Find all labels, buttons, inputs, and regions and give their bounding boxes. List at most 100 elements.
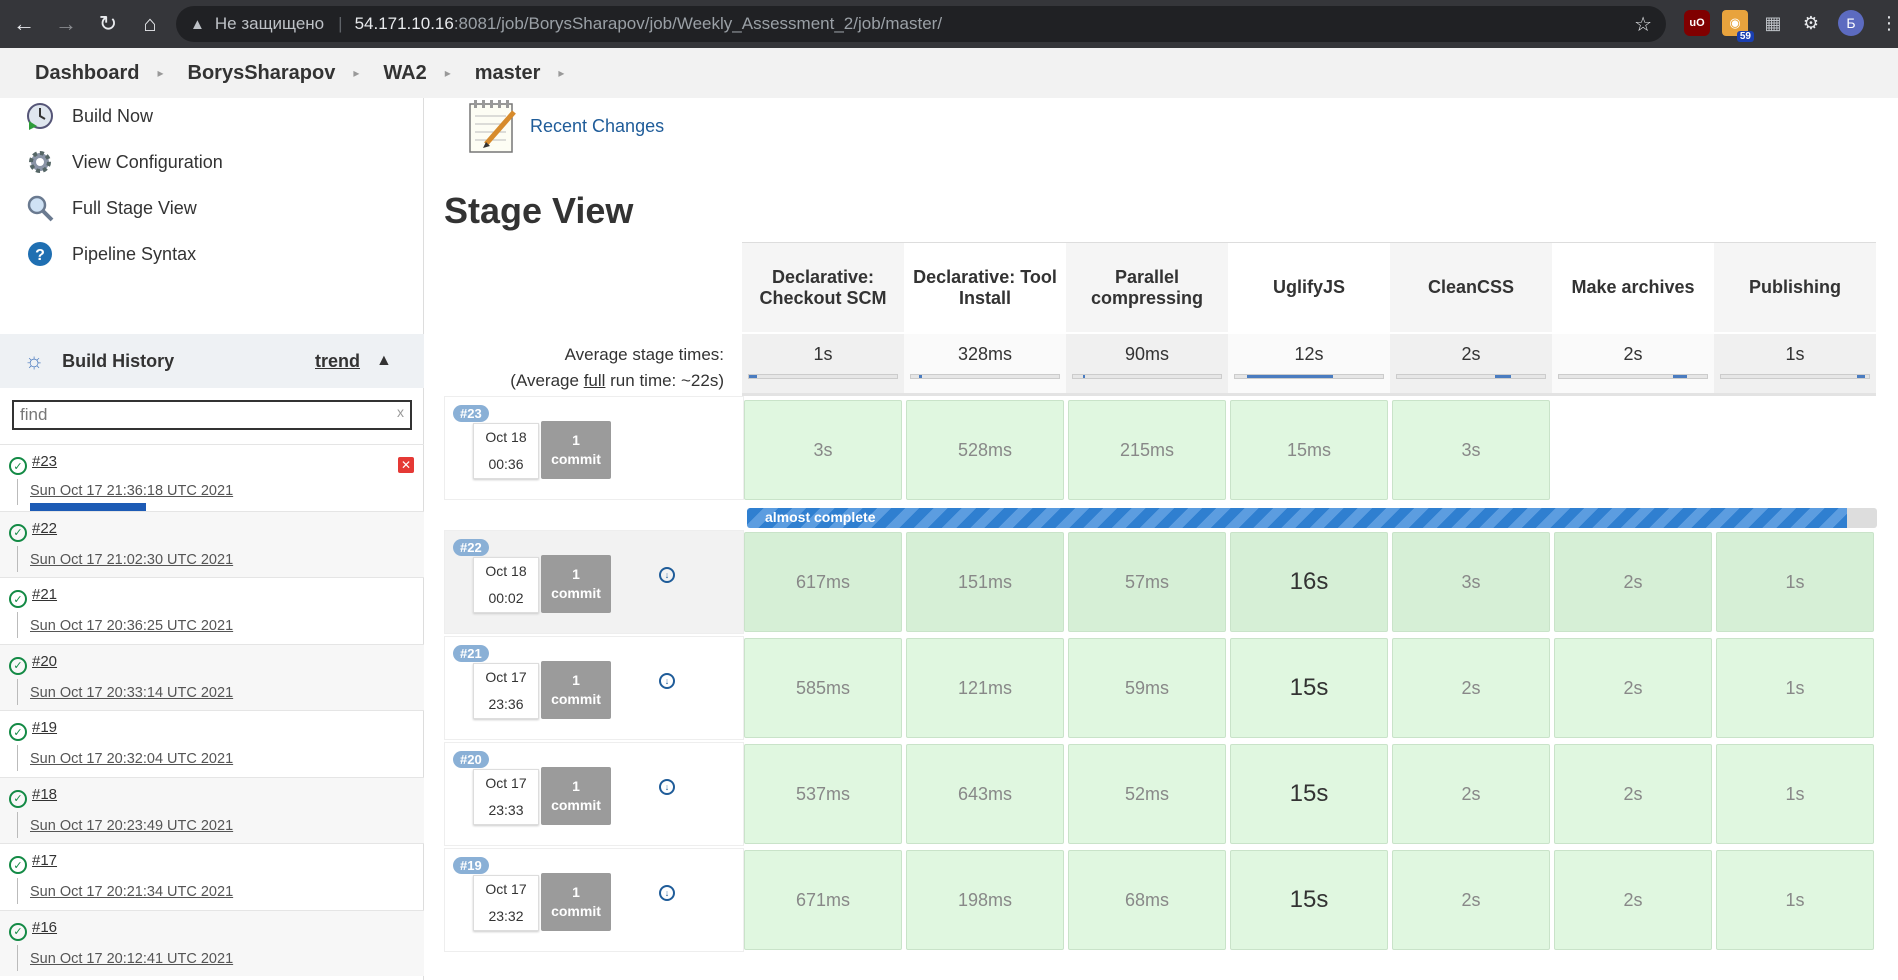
stage-cell[interactable]: 52ms: [1068, 744, 1226, 844]
back-icon[interactable]: ←: [6, 6, 42, 42]
stage-cell[interactable]: 585ms: [744, 638, 902, 738]
breadcrumb-branch[interactable]: master: [475, 62, 541, 85]
run-number-badge[interactable]: #20: [453, 751, 489, 768]
stage-cell[interactable]: 617ms: [744, 532, 902, 632]
run-info-icon[interactable]: ↓: [659, 673, 675, 689]
stage-cell[interactable]: 198ms: [906, 850, 1064, 950]
build-search-input[interactable]: find x: [12, 400, 412, 430]
breadcrumb-folder[interactable]: BorysSharapov: [188, 62, 336, 85]
abort-build-icon[interactable]: ✕: [398, 457, 414, 473]
stage-cell[interactable]: 1s: [1716, 532, 1874, 632]
build-date-link[interactable]: Sun Oct 17 20:33:14 UTC 2021: [30, 685, 233, 701]
stage-cell[interactable]: 2s: [1554, 850, 1712, 950]
stage-cell[interactable]: 2s: [1554, 638, 1712, 738]
stage-cell[interactable]: 2s: [1392, 850, 1550, 950]
stage-cell[interactable]: 15s: [1230, 638, 1388, 738]
task-view-configuration[interactable]: View Configuration: [24, 144, 223, 180]
run-info-icon[interactable]: ↓: [659, 567, 675, 583]
bookmark-star-icon[interactable]: ☆: [1634, 12, 1652, 37]
commit-badge[interactable]: 1 commit: [541, 555, 611, 613]
stage-cell[interactable]: 2s: [1392, 638, 1550, 738]
home-icon[interactable]: ⌂: [132, 6, 168, 42]
stage-cell[interactable]: 528ms: [906, 400, 1064, 500]
build-link[interactable]: #19: [32, 719, 57, 736]
address-bar[interactable]: ▲ Не защищено | 54.171.10.16:8081/job/Bo…: [176, 6, 1666, 42]
full-run-link[interactable]: full: [584, 371, 606, 390]
trend-link[interactable]: trend: [315, 351, 360, 372]
stage-cell[interactable]: 1s: [1716, 850, 1874, 950]
commit-badge[interactable]: 1 commit: [541, 421, 611, 479]
stage-cell[interactable]: 68ms: [1068, 850, 1226, 950]
stage-cell[interactable]: 2s: [1554, 744, 1712, 844]
reload-icon[interactable]: ↻: [90, 6, 126, 42]
collapse-chevron-icon[interactable]: ▲: [376, 352, 392, 370]
run-number-badge[interactable]: #19: [453, 857, 489, 874]
stage-cell[interactable]: 3s: [744, 400, 902, 500]
stage-cell[interactable]: 15s: [1230, 850, 1388, 950]
magnifier-icon: [24, 192, 56, 224]
list-item: ✓ #20 Sun Oct 17 20:33:14 UTC 2021: [0, 643, 424, 710]
extensions-puzzle-icon[interactable]: ⚙: [1798, 10, 1824, 36]
stage-cell[interactable]: 15ms: [1230, 400, 1388, 500]
run-number-badge[interactable]: #22: [453, 539, 489, 556]
chevron-right-icon[interactable]: ▸: [558, 66, 564, 80]
ublock-extension-icon[interactable]: uO: [1684, 10, 1710, 36]
stage-cell[interactable]: 643ms: [906, 744, 1064, 844]
stage-cell[interactable]: 59ms: [1068, 638, 1226, 738]
stage-cell[interactable]: 3s: [1392, 532, 1550, 632]
stage-cell[interactable]: 671ms: [744, 850, 902, 950]
stage-cell[interactable]: 151ms: [906, 532, 1064, 632]
commit-badge[interactable]: 1 commit: [541, 767, 611, 825]
commit-badge[interactable]: 1 commit: [541, 873, 611, 931]
build-link[interactable]: #17: [32, 852, 57, 869]
run-info-icon[interactable]: ↓: [659, 885, 675, 901]
task-full-stage-view[interactable]: Full Stage View: [24, 190, 197, 226]
build-link[interactable]: #21: [32, 586, 57, 603]
build-date-link[interactable]: Sun Oct 17 20:23:49 UTC 2021: [30, 818, 233, 834]
stage-cell[interactable]: 16s: [1230, 532, 1388, 632]
run-number-badge[interactable]: #23: [453, 405, 489, 422]
help-icon: ?: [24, 238, 56, 270]
search-placeholder: find: [20, 405, 48, 424]
breadcrumb-job[interactable]: WA2: [383, 62, 426, 85]
commit-badge[interactable]: 1 commit: [541, 661, 611, 719]
build-link[interactable]: #16: [32, 919, 57, 936]
clear-search-icon[interactable]: x: [397, 404, 404, 420]
stage-cell[interactable]: 121ms: [906, 638, 1064, 738]
profile-avatar[interactable]: Б: [1838, 10, 1864, 36]
build-link[interactable]: #22: [32, 520, 57, 537]
stage-average: 12s: [1228, 334, 1390, 396]
build-link[interactable]: #23: [32, 453, 57, 470]
build-date-link[interactable]: Sun Oct 17 21:02:30 UTC 2021: [30, 552, 233, 568]
build-date-link[interactable]: Sun Oct 17 21:36:18 UTC 2021: [30, 483, 233, 499]
task-pipeline-syntax[interactable]: ? Pipeline Syntax: [24, 236, 196, 272]
media-extension-icon[interactable]: ▦: [1760, 10, 1786, 36]
stage-cell[interactable]: 15s: [1230, 744, 1388, 844]
task-build-now[interactable]: Build Now: [24, 98, 153, 134]
stage-cell[interactable]: 537ms: [744, 744, 902, 844]
forward-icon[interactable]: →: [48, 6, 84, 42]
stage-cell[interactable]: 2s: [1554, 532, 1712, 632]
run-number-badge[interactable]: #21: [453, 645, 489, 662]
browser-menu-icon[interactable]: ⋮: [1876, 10, 1898, 36]
chevron-right-icon[interactable]: ▸: [157, 66, 163, 80]
build-link[interactable]: #18: [32, 786, 57, 803]
chevron-right-icon[interactable]: ▸: [445, 66, 451, 80]
build-date-link[interactable]: Sun Oct 17 20:36:25 UTC 2021: [30, 618, 233, 634]
build-date-link[interactable]: Sun Oct 17 20:32:04 UTC 2021: [30, 751, 233, 767]
recent-changes-link[interactable]: Recent Changes: [466, 98, 664, 154]
breadcrumb-dashboard[interactable]: Dashboard: [35, 62, 139, 85]
svg-text:?: ?: [35, 247, 45, 264]
build-date-link[interactable]: Sun Oct 17 20:21:34 UTC 2021: [30, 884, 233, 900]
chevron-right-icon[interactable]: ▸: [353, 66, 359, 80]
stage-cell[interactable]: 57ms: [1068, 532, 1226, 632]
rss-extension-icon[interactable]: ◉ 59: [1722, 10, 1754, 42]
build-link[interactable]: #20: [32, 653, 57, 670]
stage-cell[interactable]: 1s: [1716, 638, 1874, 738]
stage-cell[interactable]: 1s: [1716, 744, 1874, 844]
stage-cell[interactable]: 3s: [1392, 400, 1550, 500]
stage-cell[interactable]: 2s: [1392, 744, 1550, 844]
run-info-icon[interactable]: ↓: [659, 779, 675, 795]
stage-cell[interactable]: 215ms: [1068, 400, 1226, 500]
build-date-link[interactable]: Sun Oct 17 20:12:41 UTC 2021: [30, 951, 233, 967]
